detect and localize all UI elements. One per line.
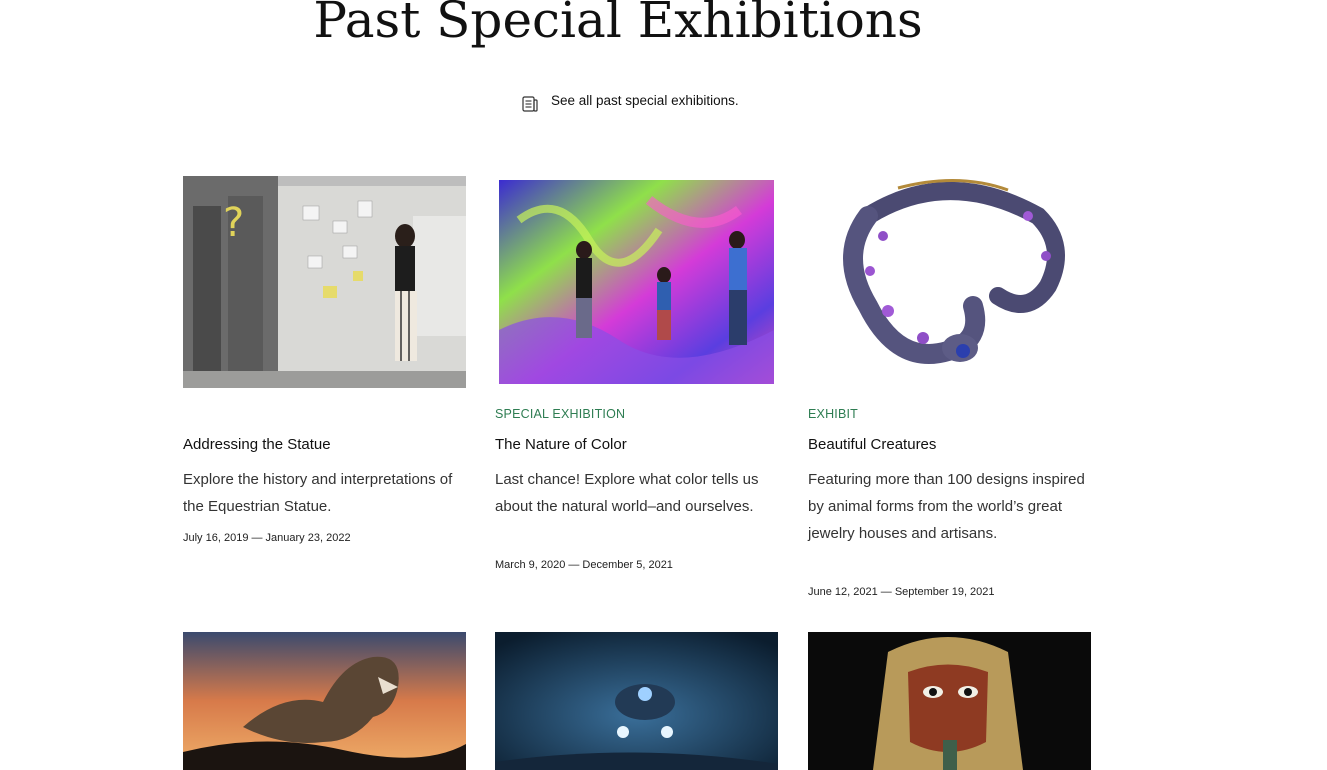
see-all-past-exhibitions-link[interactable]: See all past special exhibitions. bbox=[551, 93, 739, 108]
exhibition-image-submersible[interactable] bbox=[495, 632, 778, 770]
exhibition-description: Featuring more than 100 designs inspired… bbox=[808, 471, 1085, 542]
exhibition-dates: March 9, 2020 — December 5, 2021 bbox=[495, 559, 673, 571]
exhibitions-grid: ? Addressing the Statue Explore the hist… bbox=[164, 152, 1122, 770]
exhibition-card[interactable]: SPECIAL EXHIBITION The Nature of Color L… bbox=[495, 176, 785, 576]
exhibition-image-statue[interactable]: ? bbox=[183, 176, 466, 388]
exhibition-title[interactable]: The Nature of Color bbox=[495, 436, 627, 453]
exhibition-image-color[interactable] bbox=[499, 180, 774, 384]
exhibition-dates: July 16, 2019 — January 23, 2022 bbox=[183, 532, 351, 544]
document-icon bbox=[522, 96, 538, 112]
svg-text:?: ? bbox=[223, 200, 244, 246]
exhibition-image-dinosaur[interactable] bbox=[183, 632, 466, 770]
exhibition-tag: EXHIBIT bbox=[808, 407, 859, 421]
see-all-link-row: See all past special exhibitions. bbox=[197, 80, 1041, 134]
exhibition-description: Last chance! Explore what color tells us… bbox=[495, 471, 759, 515]
exhibition-image-jewelry[interactable] bbox=[808, 176, 1091, 388]
exhibition-card[interactable]: ? Addressing the Statue Explore the hist… bbox=[183, 176, 473, 576]
exhibition-tag: SPECIAL EXHIBITION bbox=[495, 407, 626, 421]
exhibition-description: Explore the history and interpretations … bbox=[183, 471, 453, 515]
exhibition-title[interactable]: Beautiful Creatures bbox=[808, 436, 936, 453]
exhibition-image-mummy-mask[interactable] bbox=[808, 632, 1091, 770]
exhibition-dates: June 12, 2021 — September 19, 2021 bbox=[808, 586, 995, 598]
exhibition-title[interactable]: Addressing the Statue bbox=[183, 436, 331, 453]
exhibition-card[interactable]: EXHIBIT Beautiful Creatures Featuring mo… bbox=[808, 176, 1098, 616]
page-title: Past Special Exhibitions bbox=[313, 0, 923, 49]
